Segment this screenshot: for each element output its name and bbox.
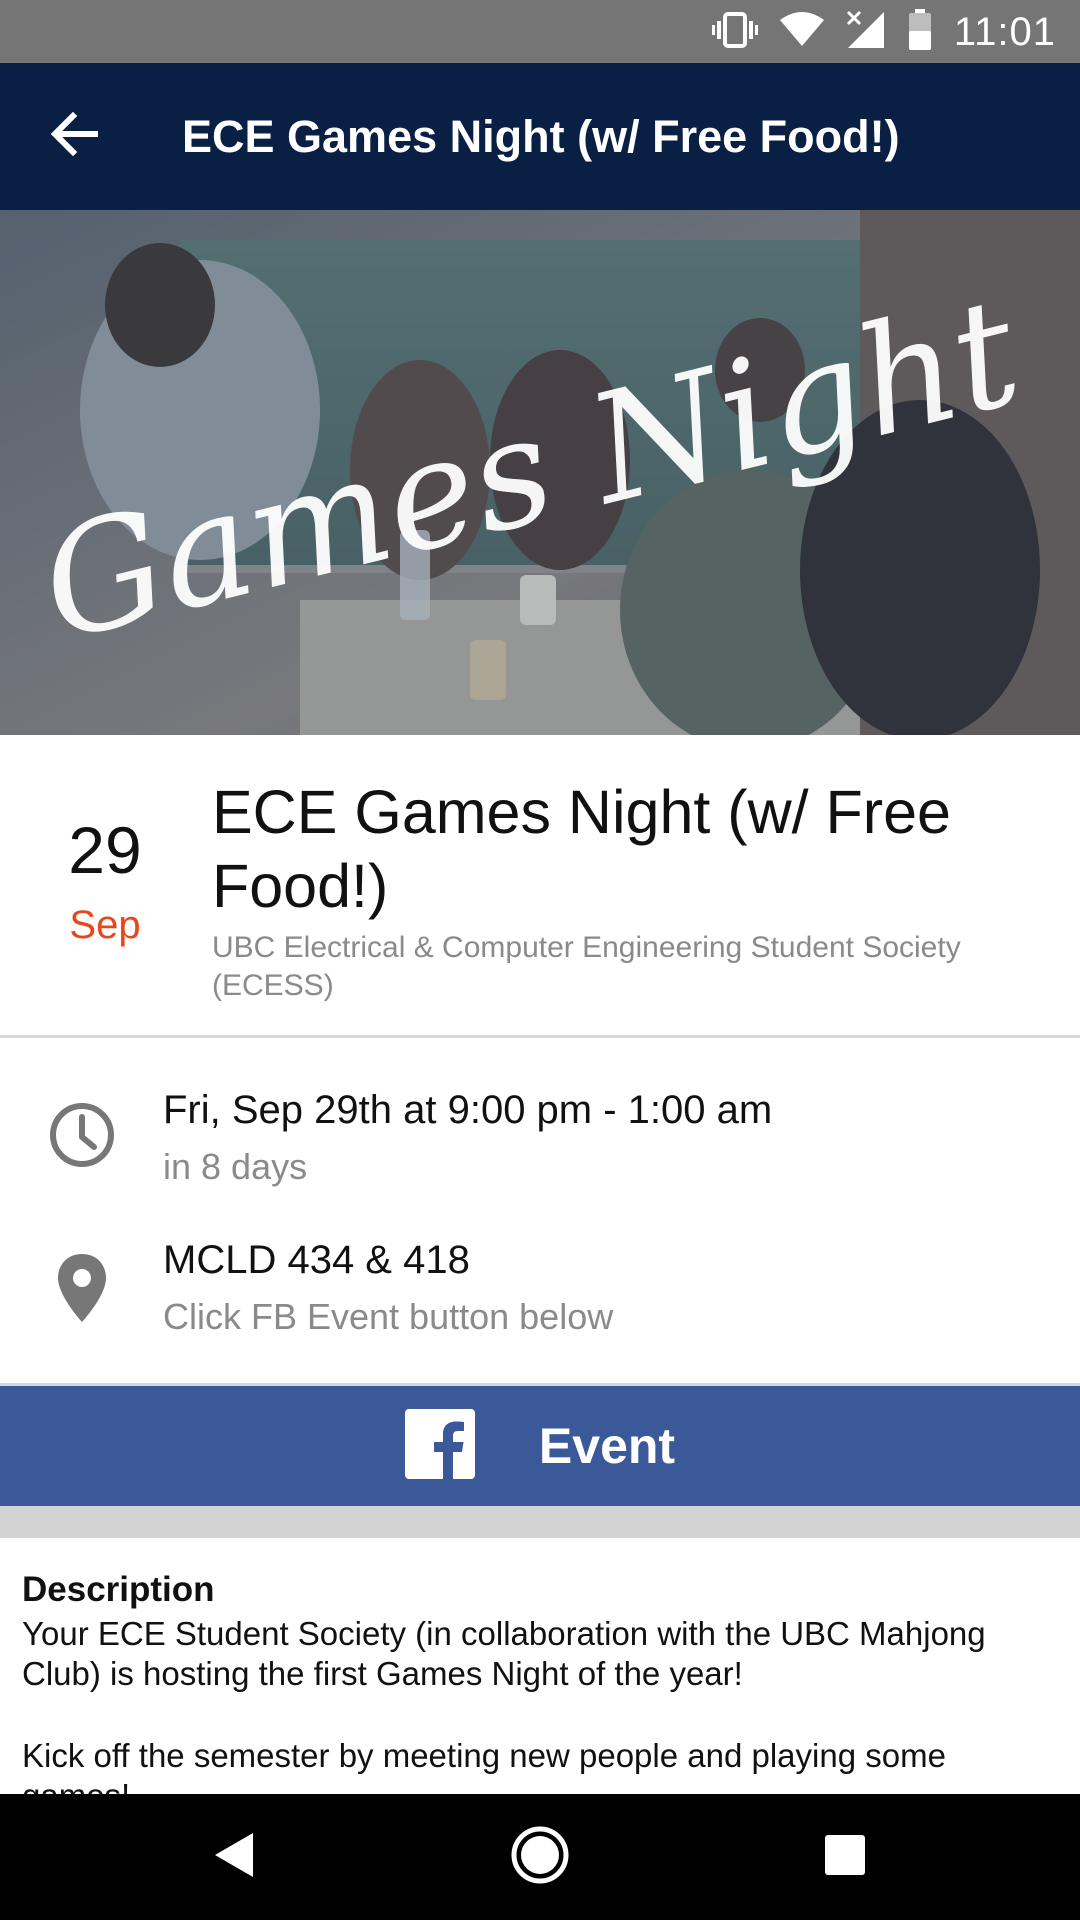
facebook-icon bbox=[404, 1408, 475, 1484]
signal-off-icon bbox=[846, 10, 886, 55]
status-time: 11:01 bbox=[953, 9, 1056, 54]
facebook-event-label: Event bbox=[538, 1418, 676, 1474]
home-circle-icon bbox=[510, 1825, 570, 1890]
event-location-hint: Click FB Event button below bbox=[163, 1296, 614, 1337]
facebook-event-button[interactable]: Event bbox=[0, 1383, 1080, 1506]
status-icons: 11:01 bbox=[711, 8, 1056, 56]
nav-home-button[interactable] bbox=[460, 1794, 620, 1920]
nav-recents-button[interactable] bbox=[765, 1794, 925, 1920]
event-cover-image: Games Night bbox=[0, 210, 1080, 735]
event-countdown: in 8 days bbox=[163, 1146, 308, 1187]
nav-back-button[interactable] bbox=[155, 1794, 315, 1920]
recents-square-icon bbox=[824, 1834, 866, 1881]
event-location-row: MCLD 434 & 418 Click FB Event button bel… bbox=[0, 1230, 1080, 1360]
event-datetime: Fri, Sep 29th at 9:00 pm - 1:00 am bbox=[163, 1088, 773, 1132]
event-organizer: UBC Electrical & Computer Engineering St… bbox=[212, 931, 961, 1002]
status-bar: 11:01 bbox=[0, 0, 1080, 63]
page-title: ECE Games Night (w/ Free Food!) bbox=[182, 110, 900, 162]
event-month: Sep bbox=[69, 903, 141, 947]
description-section: Description Your ECE Student Society (in… bbox=[0, 1538, 1080, 1794]
battery-icon bbox=[908, 8, 932, 56]
description-paragraph: Kick off the semester by meeting new peo… bbox=[22, 1737, 946, 1794]
system-nav-bar bbox=[0, 1794, 1080, 1920]
date-block: 29 Sep bbox=[40, 817, 170, 945]
event-day: 29 bbox=[68, 813, 142, 887]
location-pin-icon bbox=[46, 1252, 118, 1324]
event-location: MCLD 434 & 418 bbox=[163, 1238, 470, 1282]
section-divider bbox=[0, 1506, 1080, 1538]
wifi-icon bbox=[779, 11, 824, 53]
description-heading: Description bbox=[22, 1570, 215, 1609]
vibrate-icon bbox=[711, 10, 758, 55]
back-triangle-icon bbox=[213, 1831, 257, 1884]
event-time-row: Fri, Sep 29th at 9:00 pm - 1:00 am in 8 … bbox=[0, 1080, 1080, 1210]
app-bar: ECE Games Night (w/ Free Food!) bbox=[0, 63, 1080, 210]
clock-icon bbox=[46, 1099, 118, 1171]
back-button[interactable] bbox=[0, 63, 150, 210]
event-header: 29 Sep ECE Games Night (w/ Free Food!) U… bbox=[0, 735, 1080, 1038]
arrow-back-icon bbox=[50, 111, 99, 161]
event-title: ECE Games Night (w/ Free Food!) bbox=[212, 778, 951, 920]
description-paragraph: Your ECE Student Society (in collaborati… bbox=[22, 1615, 986, 1692]
